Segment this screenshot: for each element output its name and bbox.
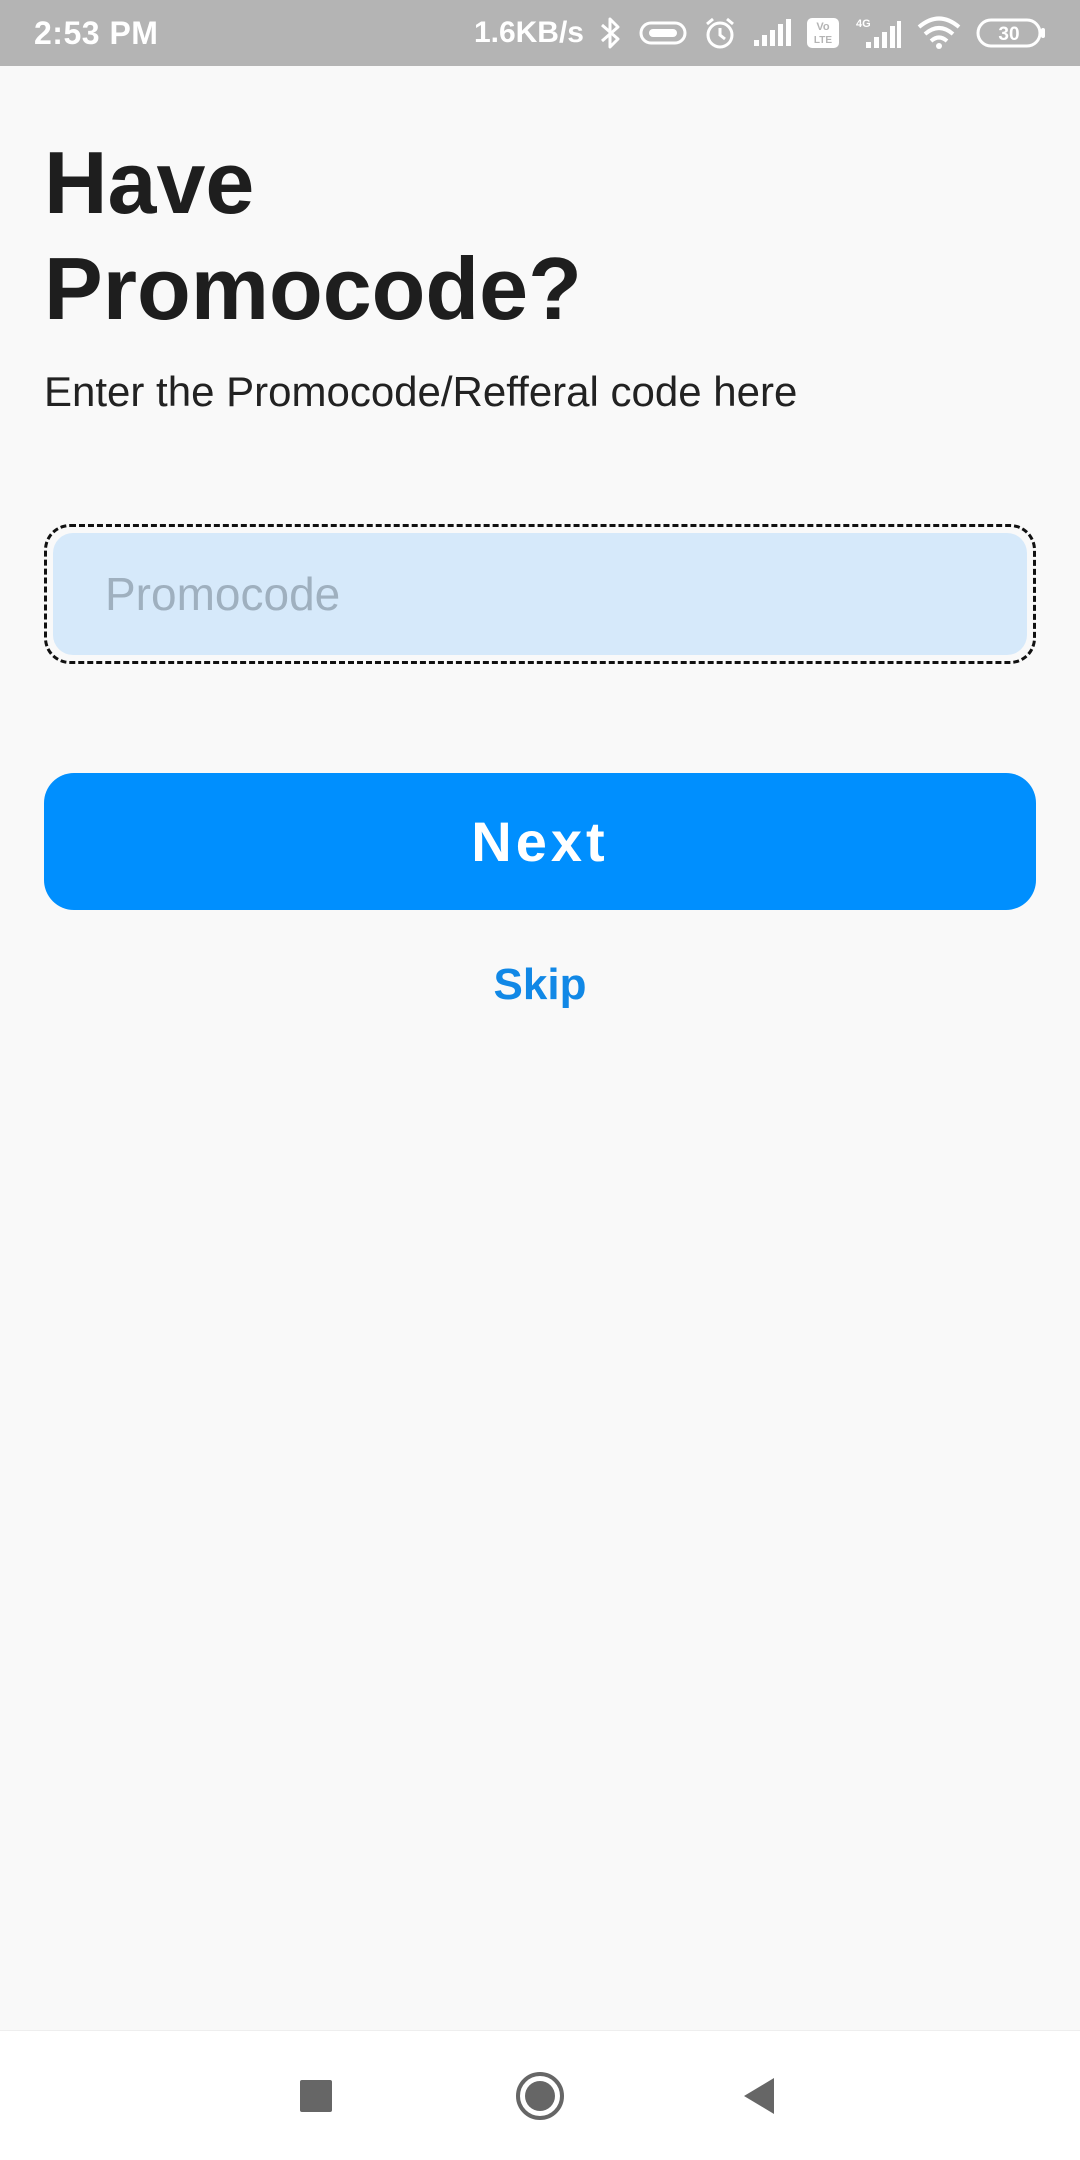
page-title: Have Promocode? <box>44 130 1044 342</box>
skip-link[interactable]: Skip <box>0 960 1080 1010</box>
4g-signal-icon: 4G <box>854 16 902 50</box>
status-bar: 2:53 PM 1.6KB/s Vo LTE 4G 30 <box>0 0 1080 66</box>
recents-button[interactable] <box>256 2031 376 2160</box>
back-button[interactable] <box>700 2031 820 2160</box>
page-title-line1: Have <box>44 133 255 232</box>
promocode-field-focus-outline <box>44 524 1036 664</box>
promocode-input[interactable] <box>53 533 1027 655</box>
svg-text:4G: 4G <box>856 18 871 30</box>
network-speed: 1.6KB/s <box>473 16 584 49</box>
alarm-icon <box>702 15 738 51</box>
home-button[interactable] <box>480 2031 600 2160</box>
vibrate-icon <box>638 18 688 48</box>
battery-level: 30 <box>998 24 1019 45</box>
svg-text:Vo: Vo <box>816 21 830 33</box>
svg-text:LTE: LTE <box>814 35 832 46</box>
back-triangle-icon <box>744 2078 774 2114</box>
status-time: 2:53 PM <box>34 14 159 51</box>
page-subtitle: Enter the Promocode/Refferal code here <box>44 368 798 415</box>
volte-icon: Vo LTE <box>806 17 840 49</box>
next-button[interactable]: Next <box>44 773 1036 910</box>
signal-icon <box>752 18 792 48</box>
page-title-line2: Promocode? <box>44 239 582 338</box>
recents-square-icon <box>300 2080 332 2112</box>
bluetooth-icon <box>598 15 624 51</box>
navigation-bar <box>0 2030 1080 2160</box>
home-circle-icon <box>516 2072 564 2120</box>
battery-icon: 30 <box>976 17 1046 49</box>
status-icons: 1.6KB/s Vo LTE 4G 30 <box>474 15 1046 51</box>
wifi-icon <box>916 16 962 50</box>
